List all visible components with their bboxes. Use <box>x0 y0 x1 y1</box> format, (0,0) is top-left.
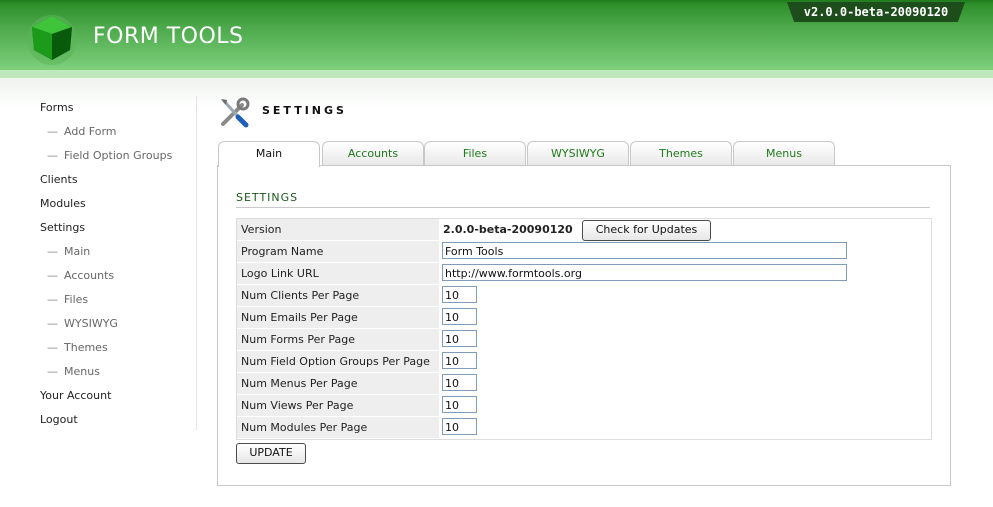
views-per-page-input[interactable]: 10 <box>442 396 477 413</box>
sidebar-item-settings[interactable]: Settings <box>40 220 190 244</box>
app-title: FORM TOOLS <box>93 24 244 49</box>
tab-files[interactable]: Files <box>424 141 526 166</box>
views-per-page-label: Num Views Per Page <box>241 399 354 412</box>
sidebar-item-themes[interactable]: — Themes <box>40 340 190 364</box>
sidebar-item-logout[interactable]: Logout <box>40 412 190 436</box>
modules-per-page-label: Num Modules Per Page <box>241 421 368 434</box>
table-row: Num Emails Per Page 10 <box>237 307 931 329</box>
table-row: Num Forms Per Page 10 <box>237 329 931 351</box>
sidebar-item-clients[interactable]: Clients <box>40 172 190 196</box>
version-label: Version <box>241 223 282 236</box>
settings-table: Version 2.0.0-beta-20090120 Check for Up… <box>236 218 932 440</box>
field-option-groups-per-page-input[interactable]: 10 <box>442 352 477 369</box>
table-row: Num Field Option Groups Per Page 10 <box>237 351 931 373</box>
menus-per-page-input[interactable]: 10 <box>442 374 477 391</box>
sidebar-item-menus[interactable]: — Menus <box>40 364 190 388</box>
app-header: FORM TOOLS v2.0.0-beta-20090120 <box>0 0 993 78</box>
sidebar-item-add-form[interactable]: — Add Form <box>40 124 190 148</box>
header-stripe <box>0 70 993 78</box>
emails-per-page-input[interactable]: 10 <box>442 308 477 325</box>
program-name-input[interactable]: Form Tools <box>442 242 847 259</box>
update-button[interactable]: UPDATE <box>236 443 306 464</box>
settings-panel: SETTINGS Version 2.0.0-beta-20090120 Che… <box>217 165 951 486</box>
sidebar-item-main[interactable]: — Main <box>40 244 190 268</box>
table-row: Num Clients Per Page 10 <box>237 285 931 307</box>
check-for-updates-button[interactable]: Check for Updates <box>582 220 711 241</box>
tab-main[interactable]: Main <box>218 141 320 167</box>
program-name-label: Program Name <box>241 245 324 258</box>
forms-per-page-label: Num Forms Per Page <box>241 333 356 346</box>
sidebar-item-modules[interactable]: Modules <box>40 196 190 220</box>
sidebar-nav: Forms — Add Form — Field Option Groups Cli… <box>40 100 190 436</box>
page-title: SETTINGS <box>262 104 347 117</box>
logo-link-label: Logo Link URL <box>241 267 319 280</box>
logo-link-input[interactable]: http://www.formtools.org <box>442 264 847 281</box>
section-divider <box>236 207 930 208</box>
table-row: Program Name Form Tools <box>237 241 931 263</box>
sidebar-item-forms[interactable]: Forms <box>40 100 190 124</box>
modules-per-page-input[interactable]: 10 <box>442 418 477 435</box>
sidebar-item-accounts[interactable]: — Accounts <box>40 268 190 292</box>
sidebar-item-field-option-groups[interactable]: — Field Option Groups <box>40 148 190 172</box>
menus-per-page-label: Num Menus Per Page <box>241 377 358 390</box>
logo-gem-icon <box>27 15 77 65</box>
tab-menus[interactable]: Menus <box>733 141 835 166</box>
sidebar-item-files[interactable]: — Files <box>40 292 190 316</box>
sidebar-item-wysiwyg[interactable]: — WYSIWYG <box>40 316 190 340</box>
version-value: 2.0.0-beta-20090120 <box>443 223 573 236</box>
clients-per-page-input[interactable]: 10 <box>442 286 477 303</box>
table-row: Num Menus Per Page 10 <box>237 373 931 395</box>
tools-icon <box>221 97 250 128</box>
field-option-groups-per-page-label: Num Field Option Groups Per Page <box>241 355 430 368</box>
table-row: Num Views Per Page 10 <box>237 395 931 417</box>
sidebar-divider <box>196 96 197 430</box>
table-row: Version 2.0.0-beta-20090120 Check for Up… <box>237 219 931 241</box>
version-badge: v2.0.0-beta-20090120 <box>787 2 965 22</box>
sidebar-item-your-account[interactable]: Your Account <box>40 388 190 412</box>
table-row: Logo Link URL http://www.formtools.org <box>237 263 931 285</box>
tab-accounts[interactable]: Accounts <box>322 141 424 166</box>
tab-themes[interactable]: Themes <box>630 141 732 166</box>
tab-wysiwyg[interactable]: WYSIWYG <box>527 141 629 166</box>
emails-per-page-label: Num Emails Per Page <box>241 311 358 324</box>
clients-per-page-label: Num Clients Per Page <box>241 289 360 302</box>
table-row: Num Modules Per Page 10 <box>237 417 931 439</box>
section-title: SETTINGS <box>236 191 299 204</box>
forms-per-page-input[interactable]: 10 <box>442 330 477 347</box>
